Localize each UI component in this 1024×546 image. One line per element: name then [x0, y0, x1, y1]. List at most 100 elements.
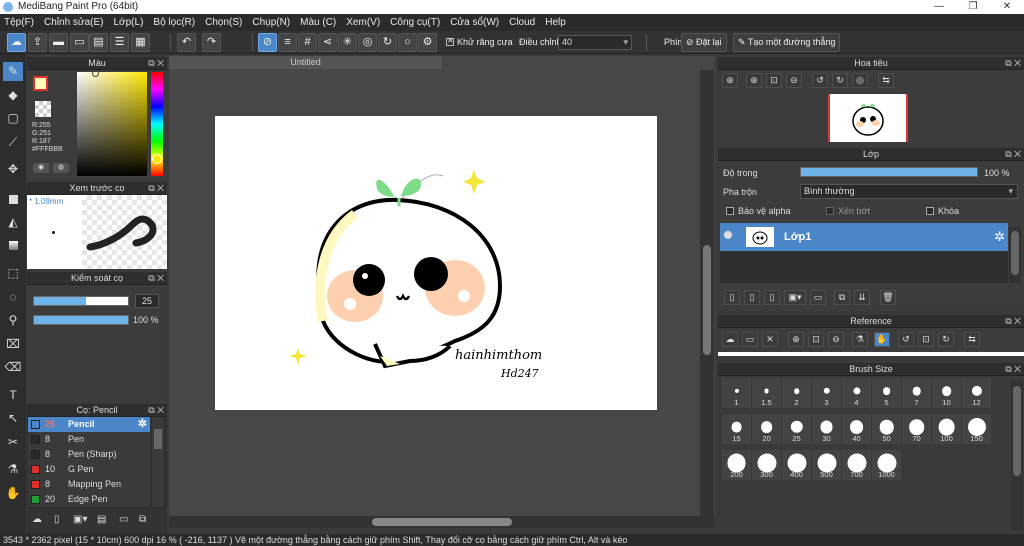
create-line-button[interactable]: ✎ Tạo một đường thẳng: [733, 33, 841, 52]
text-tool-icon[interactable]: T: [3, 386, 23, 405]
brush-list-item[interactable]: 8 Pen (Sharp): [28, 447, 150, 462]
parallel-snap-icon[interactable]: ≡: [278, 33, 297, 52]
zoom-in-small-icon[interactable]: ⊕: [746, 73, 762, 88]
brush-size-option[interactable]: 400: [782, 450, 811, 480]
vanishing-snap-icon[interactable]: ⋖: [318, 33, 337, 52]
brush-tool-icon[interactable]: ✎: [3, 62, 23, 81]
brush-settings-gear-icon[interactable]: ✲: [138, 417, 147, 432]
minimize-button[interactable]: —: [922, 0, 956, 14]
fit-icon[interactable]: ⊡: [766, 73, 782, 88]
brush-size-option[interactable]: 20: [752, 414, 781, 444]
panel-controls-icon[interactable]: ⧉ ✕: [1005, 148, 1021, 161]
reference-rotate-left-icon[interactable]: ↺: [898, 332, 914, 347]
zoom-out-icon[interactable]: ⊖: [786, 73, 802, 88]
no-snap-icon[interactable]: ⊘: [258, 33, 277, 52]
brush-size-slider[interactable]: [33, 296, 129, 306]
brush-list-item[interactable]: 20 Edge Pen: [28, 492, 150, 507]
panel-controls-icon[interactable]: ⧉ ✕: [1005, 315, 1021, 328]
navigator-thumbnail[interactable]: [828, 94, 908, 142]
new-brush-icon[interactable]: ▯: [54, 514, 60, 525]
brush-size-option[interactable]: 2: [782, 378, 811, 408]
add-brush-icon[interactable]: ▣▾: [73, 514, 87, 525]
eraser-tool-icon[interactable]: ◆: [3, 86, 23, 105]
select-pen-tool-icon[interactable]: ⌧: [3, 335, 23, 354]
flip-icon[interactable]: ⇆: [878, 73, 894, 88]
brush-size-option[interactable]: 1000: [872, 450, 901, 480]
brush-list-item[interactable]: 8 Mapping Pen: [28, 477, 150, 492]
cross-snap-icon[interactable]: #: [298, 33, 317, 52]
menu-layer[interactable]: Lớp(L): [114, 17, 144, 28]
brush-settings-icon[interactable]: ▤: [97, 514, 106, 525]
panel-controls-icon[interactable]: ⧉ ✕: [148, 272, 164, 285]
brush-size-option[interactable]: 12: [962, 378, 991, 408]
zoom-in-icon[interactable]: ⊕: [722, 73, 738, 88]
foreground-color-swatch[interactable]: [33, 76, 48, 91]
canvas-paper[interactable]: hainhimthom Hd247: [215, 116, 657, 410]
brush-size-option[interactable]: 1.5: [752, 378, 781, 408]
brush-size-option[interactable]: 10: [932, 378, 961, 408]
saturation-value-picker[interactable]: [77, 72, 147, 176]
menu-tools[interactable]: Công cụ(T): [390, 17, 440, 28]
menu-view[interactable]: Xem(V): [346, 17, 380, 28]
menu-edit[interactable]: Chỉnh sửa(E): [44, 17, 104, 28]
layer-folder-icon[interactable]: ▭: [810, 290, 826, 305]
brush-size-scroll-thumb[interactable]: [1013, 386, 1021, 476]
adjust-select[interactable]: 40: [558, 35, 632, 50]
hand-tool-icon[interactable]: ✋: [3, 484, 23, 503]
transparent-color-swatch[interactable]: [35, 101, 51, 117]
delete-layer-icon[interactable]: 🗑: [880, 290, 896, 305]
antialias-toggle[interactable]: Khử răng cưa: [446, 36, 513, 47]
ellipse-snap-icon[interactable]: ○: [398, 33, 417, 52]
brush-size-option[interactable]: 300: [752, 450, 781, 480]
brush-size-option[interactable]: 50: [872, 414, 901, 444]
select-eraser-tool-icon[interactable]: ⌫: [3, 358, 23, 377]
rectangle-fill-tool-icon[interactable]: [3, 190, 23, 209]
brush-size-option[interactable]: 40: [842, 414, 871, 444]
brush-size-option[interactable]: 100: [932, 414, 961, 444]
layer-scroll-thumb[interactable]: [1011, 231, 1019, 275]
copy-brush-icon[interactable]: ⧉: [139, 514, 146, 525]
snap-settings-icon[interactable]: ⚙: [418, 33, 437, 52]
radial-snap-icon[interactable]: ✳: [338, 33, 357, 52]
brush-size-option[interactable]: 5: [872, 378, 901, 408]
maximize-button[interactable]: ❐: [956, 0, 990, 14]
hue-slider-handle[interactable]: [152, 154, 162, 164]
menu-help[interactable]: Help: [545, 17, 566, 28]
color-picker-cursor[interactable]: [92, 70, 99, 77]
reset-rotate-icon[interactable]: ◎: [852, 73, 868, 88]
protect-alpha-checkbox[interactable]: [726, 207, 734, 215]
duplicate-layer-icon[interactable]: ⧉: [834, 290, 850, 305]
brush-size-option[interactable]: 15: [722, 414, 751, 444]
panel-controls-icon[interactable]: ⧉ ✕: [1005, 57, 1021, 70]
menu-window[interactable]: Cửa sổ(W): [450, 17, 499, 28]
brush-size-option[interactable]: 25: [782, 414, 811, 444]
brush-list-item[interactable]: 8 Pen: [28, 432, 150, 447]
menu-color[interactable]: Màu (C): [300, 17, 336, 28]
layer-settings-gear-icon[interactable]: ✲: [994, 229, 1005, 245]
brush-opacity-slider[interactable]: [33, 315, 129, 325]
protect-alpha-toggle[interactable]: Bảo vệ alpha: [726, 206, 791, 216]
reference-eyedropper-icon[interactable]: ⚗: [852, 332, 868, 347]
brush-size-option[interactable]: 700: [842, 450, 871, 480]
bucket-tool-icon[interactable]: ◭: [3, 213, 23, 232]
lasso-tool-icon[interactable]: ◌: [3, 288, 23, 307]
rotate-right-icon[interactable]: ↻: [832, 73, 848, 88]
select-tool-icon[interactable]: ⬚: [3, 264, 23, 283]
gradient-tool-icon[interactable]: [3, 236, 23, 255]
close-button[interactable]: ✕: [990, 0, 1024, 14]
layer-row[interactable]: Lớp1 ✲: [720, 223, 1008, 251]
menu-cloud[interactable]: Cloud: [509, 17, 535, 28]
new-layer-icon[interactable]: ▯: [724, 290, 740, 305]
brush-size-option[interactable]: 70: [902, 414, 931, 444]
undo-icon[interactable]: ↶: [177, 33, 196, 52]
grid-icon[interactable]: ▦: [131, 33, 150, 52]
curve-snap-icon[interactable]: ↻: [378, 33, 397, 52]
visibility-icon[interactable]: [724, 231, 732, 239]
canvas-vscroll-thumb[interactable]: [703, 245, 711, 355]
add-layer-menu-icon[interactable]: ▣▾: [784, 290, 806, 305]
comment-icon[interactable]: ▭: [70, 33, 89, 52]
reference-hand-icon[interactable]: ✋: [874, 332, 890, 347]
menu-filter[interactable]: Bộ lọc(R): [153, 17, 195, 28]
panel-controls-icon[interactable]: ⧉ ✕: [1005, 363, 1021, 376]
brush-size-option[interactable]: 150: [962, 414, 991, 444]
